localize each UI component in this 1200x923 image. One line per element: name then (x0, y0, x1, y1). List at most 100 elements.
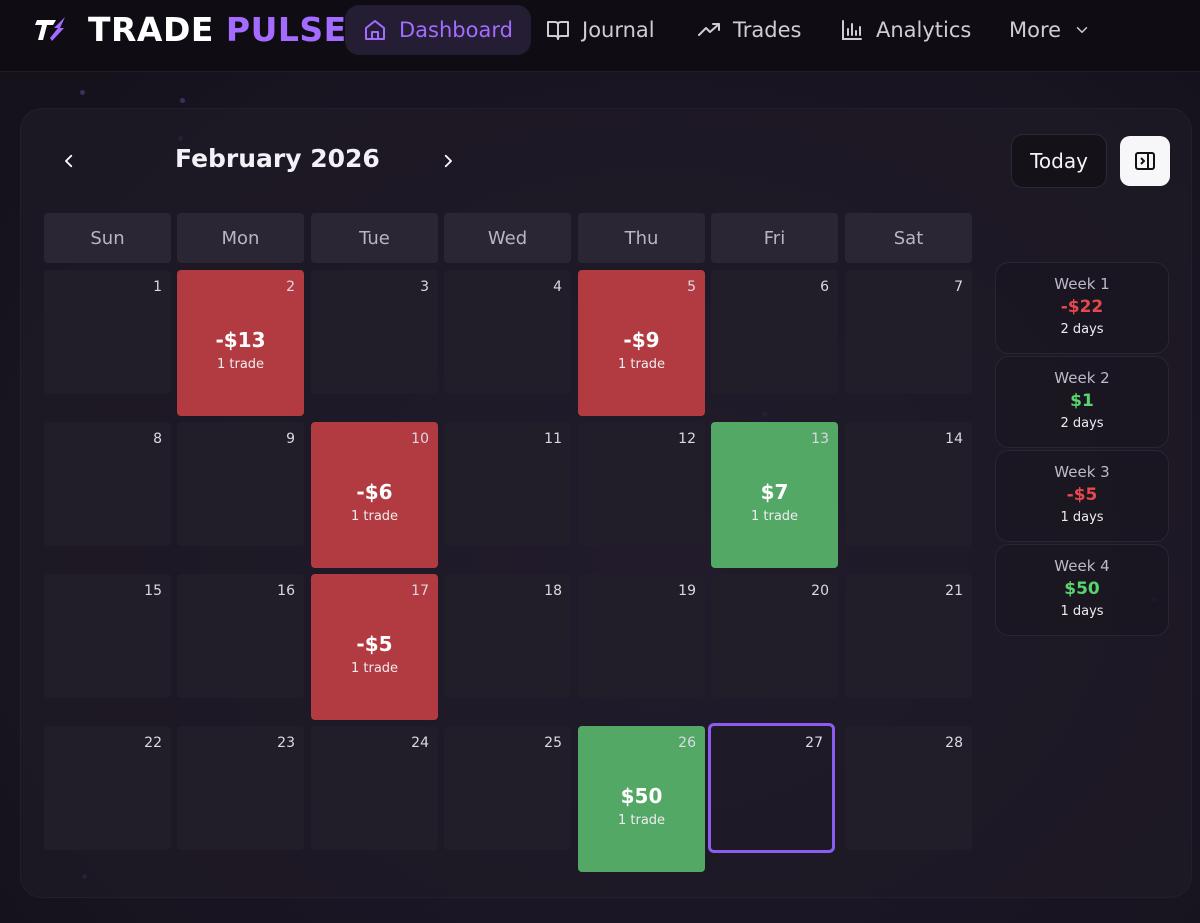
week-label: Week 2 (1054, 369, 1110, 387)
brand-name: TRADE PULSE (88, 10, 347, 49)
day-number: 1 (153, 279, 162, 295)
day-trade-count: 1 trade (350, 509, 399, 524)
calendar-day-loss[interactable]: 10 -$6 1 trade (311, 422, 438, 568)
weekday-header: Mon (177, 213, 304, 263)
day-trade-count: 1 trade (617, 357, 666, 372)
calendar-day[interactable]: 11 (444, 422, 571, 546)
prev-month-button[interactable] (54, 146, 84, 176)
weekday-header: Sat (845, 213, 972, 263)
day-trade-count: 1 trade (750, 509, 799, 524)
day-number: 28 (945, 735, 963, 751)
day-trade-count: 1 trade (216, 357, 265, 372)
nav-journal[interactable]: Journal (528, 5, 673, 55)
day-number: 10 (411, 431, 429, 447)
calendar-day[interactable]: 15 (44, 574, 171, 698)
day-number: 18 (544, 583, 562, 599)
day-number: 4 (553, 279, 562, 295)
day-number: 11 (544, 431, 562, 447)
week-pnl: $1 (1070, 391, 1094, 411)
calendar-day[interactable]: 9 (177, 422, 304, 546)
bar-chart-icon (842, 20, 862, 40)
calendar-day[interactable]: 21 (845, 574, 972, 698)
day-pnl: -$9 (623, 328, 660, 352)
day-number: 20 (811, 583, 829, 599)
calendar-day-win[interactable]: 13 $7 1 trade (711, 422, 838, 568)
calendar-day[interactable]: 28 (845, 726, 972, 850)
day-number: 19 (678, 583, 696, 599)
day-number: 3 (420, 279, 429, 295)
home-icon (365, 20, 385, 40)
week-days-count: 2 days (1060, 322, 1104, 337)
day-number: 21 (945, 583, 963, 599)
chevron-left-icon (65, 154, 73, 168)
day-pnl: -$5 (356, 632, 393, 656)
nav-label: Journal (582, 18, 655, 42)
calendar-day-today[interactable]: 27 (708, 723, 835, 853)
calendar-day-loss[interactable]: 2 -$13 1 trade (177, 270, 304, 416)
calendar-day[interactable]: 14 (845, 422, 972, 546)
day-number: 5 (687, 279, 696, 295)
week-pnl: -$5 (1066, 485, 1098, 505)
calendar-day[interactable]: 25 (444, 726, 571, 850)
day-number: 6 (820, 279, 829, 295)
day-number: 7 (954, 279, 963, 295)
day-pnl: $50 (620, 784, 663, 808)
nav-label: Trades (733, 18, 802, 42)
calendar-day[interactable]: 3 (311, 270, 438, 394)
calendar-day[interactable]: 6 (711, 270, 838, 394)
day-number: 16 (277, 583, 295, 599)
day-number: 27 (805, 735, 823, 751)
calendar-day[interactable]: 12 (578, 422, 705, 546)
day-number: 17 (411, 583, 429, 599)
day-number: 25 (544, 735, 562, 751)
week-summary-card[interactable]: Week 1 -$22 2 days (995, 262, 1169, 354)
week-pnl: $50 (1064, 579, 1100, 599)
nav-more[interactable]: More (991, 5, 1109, 55)
week-summary-card[interactable]: Week 2 $1 2 days (995, 356, 1169, 448)
calendar-day[interactable]: 22 (44, 726, 171, 850)
trending-up-icon (698, 23, 720, 36)
day-number: 8 (153, 431, 162, 447)
nav-dashboard[interactable]: Dashboard (345, 5, 531, 55)
calendar-day[interactable]: 8 (44, 422, 171, 546)
nav-analytics[interactable]: Analytics (822, 5, 989, 55)
day-number: 15 (144, 583, 162, 599)
day-number: 12 (678, 431, 696, 447)
top-nav-bar: TRADE PULSE Dashboard Journal Trades Ana… (0, 0, 1200, 72)
calendar-day[interactable]: 18 (444, 574, 571, 698)
next-month-button[interactable] (433, 146, 463, 176)
day-number: 23 (277, 735, 295, 751)
day-number: 14 (945, 431, 963, 447)
nav-label: More (1009, 18, 1062, 42)
calendar-day[interactable]: 20 (711, 574, 838, 698)
day-number: 2 (286, 279, 295, 295)
calendar-day[interactable]: 16 (177, 574, 304, 698)
decorative-dot (80, 90, 85, 95)
today-button[interactable]: Today (1011, 134, 1107, 188)
nav-trades[interactable]: Trades (679, 5, 819, 55)
chevron-right-icon (444, 154, 452, 168)
calendar-day[interactable]: 24 (311, 726, 438, 850)
chevron-down-icon (1076, 27, 1088, 33)
day-pnl: $7 (760, 480, 789, 504)
week-summary-card[interactable]: Week 3 -$5 1 days (995, 450, 1169, 542)
weekday-header: Wed (444, 213, 571, 263)
nav-label: Analytics (876, 18, 972, 42)
calendar-day[interactable]: 7 (845, 270, 972, 394)
day-number: 26 (678, 735, 696, 751)
calendar-day[interactable]: 19 (578, 574, 705, 698)
calendar-day-win[interactable]: 26 $50 1 trade (578, 726, 705, 872)
trade-pulse-logo-icon (35, 17, 65, 41)
calendar-day-loss[interactable]: 17 -$5 1 trade (311, 574, 438, 720)
toggle-sidebar-button[interactable] (1120, 136, 1170, 186)
calendar-day[interactable]: 4 (444, 270, 571, 394)
week-summary-card[interactable]: Week 4 $50 1 days (995, 544, 1169, 636)
week-pnl: -$22 (1060, 297, 1104, 317)
calendar-day-loss[interactable]: 5 -$9 1 trade (578, 270, 705, 416)
brand-word-trade: TRADE (88, 10, 214, 49)
week-label: Week 3 (1054, 463, 1110, 481)
calendar-day[interactable]: 23 (177, 726, 304, 850)
calendar-day[interactable]: 1 (44, 270, 171, 394)
brand-word-pulse: PULSE (225, 10, 347, 49)
week-days-count: 2 days (1060, 416, 1104, 431)
